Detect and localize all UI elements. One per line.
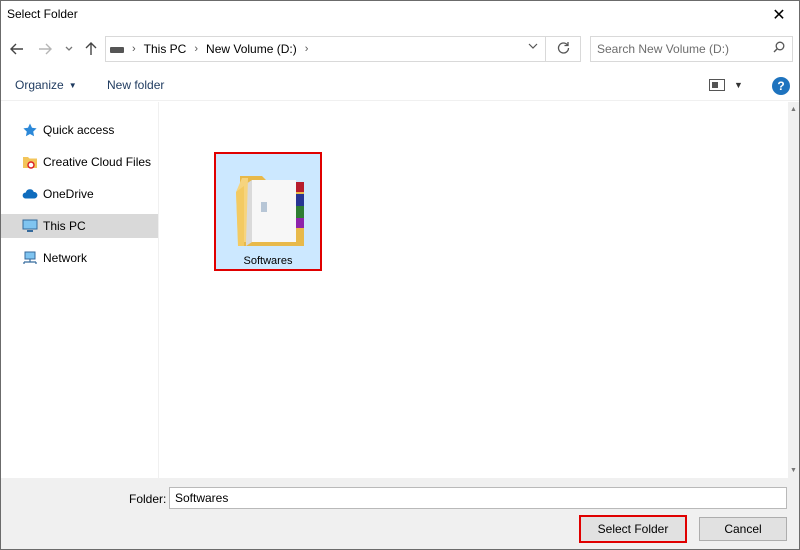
navigation-pane: Quick access Creative Cloud Files OneDri… [1,102,159,478]
sidebar-item-creative-cloud-files[interactable]: Creative Cloud Files [1,150,158,174]
new-folder-button[interactable]: New folder [107,78,164,92]
creative-cloud-folder-icon [22,155,38,169]
breadcrumb-this-pc[interactable]: This PC [144,42,187,56]
search-box[interactable] [590,36,793,62]
navigation-bar: › This PC › New Volume (D:) › [1,33,799,65]
sidebar-item-network[interactable]: Network [1,246,158,270]
select-folder-button[interactable]: Select Folder [579,515,687,543]
sidebar-item-label: Quick access [43,123,115,137]
select-folder-dialog: Select Folder ✕ › This PC › New Volume (… [0,0,800,550]
forward-button[interactable] [35,39,55,59]
arrow-right-icon [39,43,52,55]
computer-icon [22,219,38,233]
folder-label: Folder: [129,492,167,506]
dialog-footer: Folder: Select Folder Cancel [1,478,799,549]
sidebar-item-label: Network [43,251,88,265]
folder-item-softwares[interactable]: Softwares [214,152,322,271]
chevron-right-icon[interactable]: › [305,43,309,55]
back-button[interactable] [7,39,27,59]
help-icon[interactable]: ? [772,77,790,95]
file-list-view[interactable]: Softwares [160,102,788,478]
sidebar-item-label: This PC [43,219,86,233]
search-input[interactable] [597,41,767,57]
drive-icon [110,47,124,53]
chevron-right-icon[interactable]: › [132,43,136,55]
address-dropdown-icon[interactable] [528,41,538,52]
chevron-down-icon [65,46,73,51]
view-options-caret-icon[interactable]: ▼ [734,80,743,90]
caret-down-icon: ▼ [68,81,77,90]
star-icon [22,123,38,137]
folder-item-label: Softwares [243,255,293,267]
arrow-up-icon [85,42,97,55]
recent-locations-button[interactable] [62,39,76,59]
sidebar-item-label: OneDrive [43,187,94,201]
folder-icon [236,176,304,246]
divider [545,37,546,61]
scroll-down-icon[interactable]: ▼ [790,467,797,474]
search-icon[interactable] [773,41,785,56]
folder-name-input[interactable] [169,487,787,509]
sidebar-item-quick-access[interactable]: Quick access [1,118,158,142]
up-button[interactable] [81,39,101,59]
scroll-up-icon[interactable]: ▲ [790,106,797,113]
change-view-icon[interactable] [709,79,725,91]
vertical-scrollbar[interactable]: ▲ ▼ [788,102,799,478]
address-bar[interactable]: › This PC › New Volume (D:) › [105,36,581,62]
arrow-left-icon [10,43,23,55]
sidebar-item-label: Creative Cloud Files [43,155,152,169]
close-icon[interactable]: ✕ [759,1,799,29]
dialog-title: Select Folder [7,7,78,21]
cloud-icon [22,187,38,201]
sidebar-item-onedrive[interactable]: OneDrive [1,182,158,206]
refresh-icon[interactable] [557,41,570,57]
sidebar-item-this-pc[interactable]: This PC [1,214,158,238]
title-bar: Select Folder ✕ [1,1,799,29]
network-icon [22,251,38,265]
organize-button[interactable]: Organize ▼ [15,78,77,92]
breadcrumb-new-volume[interactable]: New Volume (D:) [206,42,297,56]
chevron-right-icon[interactable]: › [194,43,198,55]
cancel-button[interactable]: Cancel [699,517,787,541]
organize-label: Organize [15,78,64,92]
command-toolbar: Organize ▼ New folder ▼ [1,71,799,101]
